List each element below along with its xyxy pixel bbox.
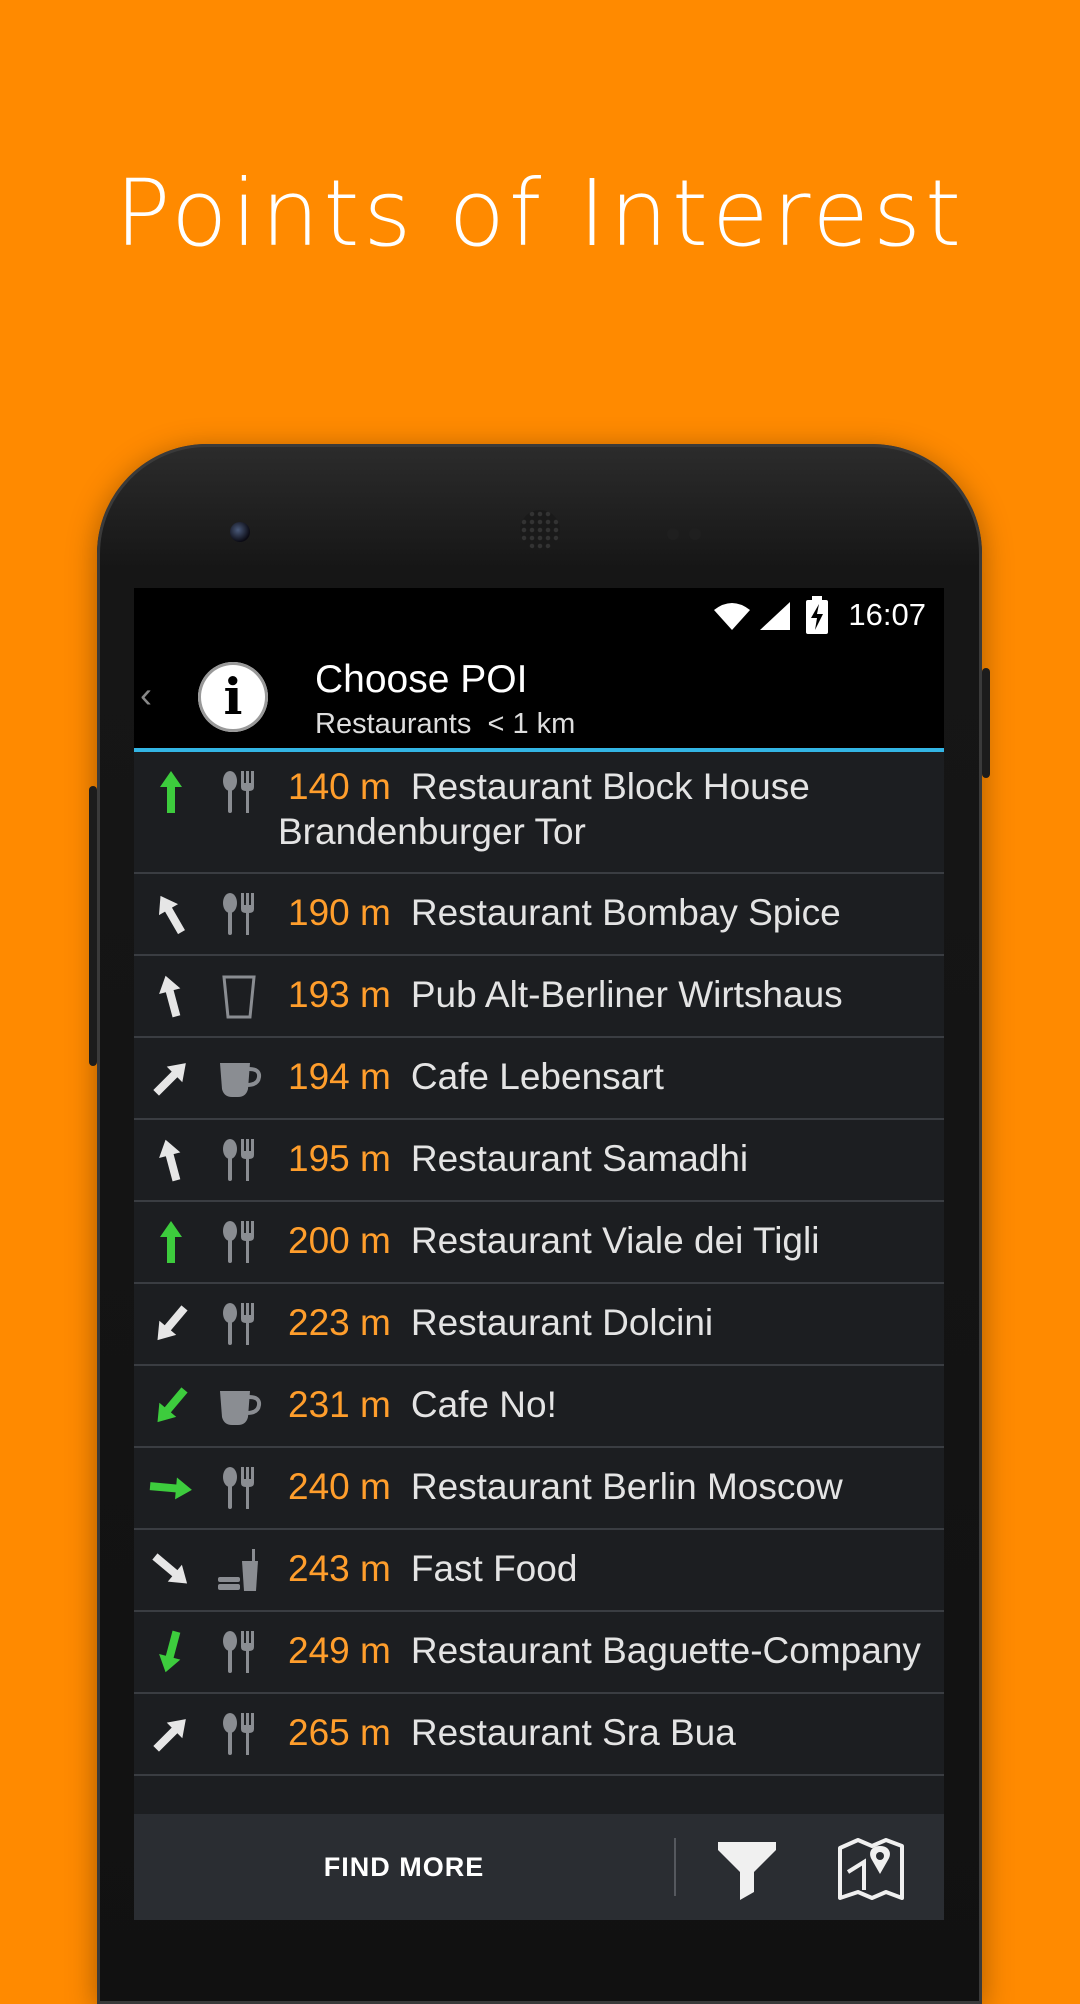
poi-row[interactable]: 240 m Restaurant Berlin Moscow xyxy=(134,1448,944,1530)
direction-arrow-icon xyxy=(148,1711,194,1757)
page-title: Choose POI xyxy=(315,658,528,701)
poi-row[interactable]: 231 m Cafe No! xyxy=(134,1366,944,1448)
poi-distance: 193 m xyxy=(288,974,391,1015)
promo-headline: Points of Interest xyxy=(114,160,966,267)
direction-arrow-icon xyxy=(148,1219,194,1265)
restaurant-icon xyxy=(216,1219,262,1265)
restaurant-icon xyxy=(216,1301,262,1347)
poi-distance: 195 m xyxy=(288,1138,391,1179)
divider xyxy=(674,1838,676,1896)
power-button xyxy=(982,668,990,778)
direction-arrow-icon xyxy=(148,973,194,1019)
cafe-icon xyxy=(216,1383,262,1429)
direction-arrow-icon xyxy=(148,1301,194,1347)
poi-label: 231 m Cafe No! xyxy=(288,1384,938,1426)
poi-row[interactable]: 190 m Restaurant Bombay Spice xyxy=(134,874,944,956)
bottom-action-bar: FIND MORE xyxy=(134,1814,944,1920)
poi-name: Restaurant Viale dei Tigli xyxy=(410,1220,820,1261)
poi-row[interactable]: 140 m Restaurant Block House Brandenburge… xyxy=(134,752,944,874)
poi-label: 249 m Restaurant Baguette-Company xyxy=(288,1630,938,1672)
direction-arrow-icon xyxy=(148,769,194,815)
battery-charging-icon xyxy=(806,596,828,634)
phone-screen: 16:07 ‹ i Choose POI Restaurants < 1 km … xyxy=(134,588,944,1920)
poi-label: 223 m Restaurant Dolcini xyxy=(288,1302,938,1344)
poi-label: 195 m Restaurant Samadhi xyxy=(288,1138,938,1180)
poi-label: 240 m Restaurant Berlin Moscow xyxy=(288,1466,938,1508)
restaurant-icon xyxy=(216,891,262,937)
poi-row[interactable]: 249 m Restaurant Baguette-Company xyxy=(134,1612,944,1694)
poi-row[interactable]: 223 m Restaurant Dolcini xyxy=(134,1284,944,1366)
poi-distance: 265 m xyxy=(288,1712,391,1753)
poi-distance: 231 m xyxy=(288,1384,391,1425)
restaurant-icon xyxy=(216,769,262,815)
poi-name: Restaurant Dolcini xyxy=(410,1302,714,1343)
restaurant-icon xyxy=(216,1711,262,1757)
poi-label: 243 m Fast Food xyxy=(288,1548,938,1590)
status-time: 16:07 xyxy=(848,597,926,632)
restaurant-icon xyxy=(216,1465,262,1511)
direction-arrow-icon xyxy=(148,1137,194,1183)
poi-distance: 240 m xyxy=(288,1466,391,1507)
poi-name: Restaurant Baguette-Company xyxy=(410,1630,921,1671)
restaurant-icon xyxy=(216,1629,262,1675)
filter-icon[interactable] xyxy=(710,1832,784,1906)
poi-name: Cafe No! xyxy=(410,1384,557,1425)
app-bar: ‹ i Choose POI Restaurants < 1 km xyxy=(134,644,944,752)
cafe-icon xyxy=(216,1055,262,1101)
poi-row[interactable]: 193 m Pub Alt-Berliner Wirtshaus xyxy=(134,956,944,1038)
signal-icon xyxy=(760,602,790,630)
restaurant-icon xyxy=(216,1137,262,1183)
poi-distance: 223 m xyxy=(288,1302,391,1343)
poi-name: Fast Food xyxy=(410,1548,578,1589)
front-camera xyxy=(230,522,250,542)
poi-row[interactable]: 200 m Restaurant Viale dei Tigli xyxy=(134,1202,944,1284)
pub-icon xyxy=(216,973,262,1019)
direction-arrow-icon xyxy=(148,1465,194,1511)
poi-name: Restaurant Berlin Moscow xyxy=(410,1466,843,1507)
light-sensor xyxy=(689,528,701,540)
direction-arrow-icon xyxy=(148,891,194,937)
poi-name: Restaurant Bombay Spice xyxy=(410,892,841,933)
poi-label: 265 m Restaurant Sra Bua xyxy=(288,1712,938,1754)
poi-distance: 200 m xyxy=(288,1220,391,1261)
poi-name: Cafe Lebensart xyxy=(410,1056,664,1097)
wifi-icon xyxy=(714,603,750,630)
info-icon[interactable]: i xyxy=(198,662,268,732)
poi-label: 140 m Restaurant Block House Brandenburge… xyxy=(278,764,938,854)
poi-row[interactable]: 243 m Fast Food xyxy=(134,1530,944,1612)
poi-list: 140 m Restaurant Block House Brandenburge… xyxy=(134,752,944,1776)
poi-name: Restaurant Sra Bua xyxy=(410,1712,736,1753)
map-pin-icon[interactable] xyxy=(834,1832,908,1906)
poi-name: Pub Alt-Berliner Wirtshaus xyxy=(410,974,843,1015)
direction-arrow-icon xyxy=(148,1547,194,1593)
poi-distance: 249 m xyxy=(288,1630,391,1671)
chevron-left-icon[interactable]: ‹ xyxy=(140,674,152,716)
proximity-sensor xyxy=(667,528,679,540)
poi-distance: 194 m xyxy=(288,1056,391,1097)
find-more-button[interactable]: FIND MORE xyxy=(134,1814,674,1920)
page-subtitle: Restaurants < 1 km xyxy=(315,708,576,740)
poi-label: 193 m Pub Alt-Berliner Wirtshaus xyxy=(288,974,938,1016)
poi-distance: 190 m xyxy=(288,892,391,933)
direction-arrow-icon xyxy=(148,1383,194,1429)
poi-label: 194 m Cafe Lebensart xyxy=(288,1056,938,1098)
poi-distance: 243 m xyxy=(288,1548,391,1589)
poi-row[interactable]: 265 m Restaurant Sra Bua xyxy=(134,1694,944,1776)
direction-arrow-icon xyxy=(148,1629,194,1675)
poi-row[interactable]: 195 m Restaurant Samadhi xyxy=(134,1120,944,1202)
poi-name: Restaurant Samadhi xyxy=(410,1138,749,1179)
poi-distance: 140 m xyxy=(288,766,391,807)
poi-row[interactable]: 194 m Cafe Lebensart xyxy=(134,1038,944,1120)
direction-arrow-icon xyxy=(148,1055,194,1101)
earpiece-speaker xyxy=(520,510,560,550)
volume-button xyxy=(89,786,97,1066)
fast-food-icon xyxy=(216,1547,262,1593)
status-bar: 16:07 xyxy=(134,588,944,644)
poi-label: 190 m Restaurant Bombay Spice xyxy=(288,892,938,934)
poi-label: 200 m Restaurant Viale dei Tigli xyxy=(288,1220,938,1262)
